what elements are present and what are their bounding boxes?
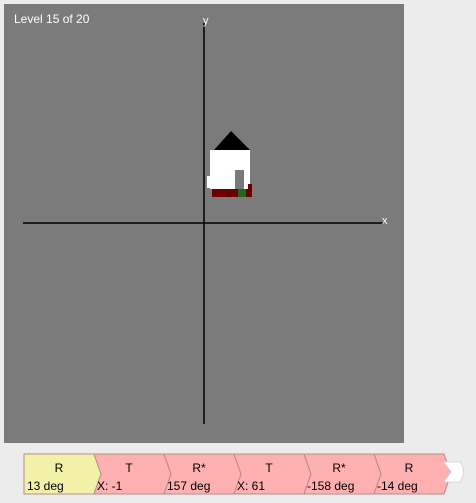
- step-arrow-shape: [163, 453, 242, 495]
- coordinate-plane: x y: [23, 15, 388, 424]
- house-shape[interactable]: [207, 131, 252, 197]
- x-axis-label: x: [382, 215, 388, 227]
- house-door: [235, 170, 244, 190]
- step-arrow-shape: [23, 453, 102, 495]
- transform-step-1[interactable]: R 13 deg: [23, 453, 102, 495]
- transform-step-5[interactable]: R* -158 deg: [303, 453, 382, 495]
- house-edge: [248, 184, 252, 197]
- step-arrow-shape: [93, 453, 172, 495]
- transform-step-4[interactable]: T X: 61: [233, 453, 312, 495]
- transform-step-2[interactable]: T X: -1: [93, 453, 172, 495]
- step-arrow-shape: [373, 453, 452, 495]
- step-arrow-shape: [233, 453, 312, 495]
- house-wall-notch: [207, 176, 214, 188]
- house-roof: [214, 131, 250, 150]
- game-canvas: x y Level 15 of 20: [4, 4, 404, 443]
- house-origin-marker: [238, 189, 246, 197]
- step-arrow-shape: [303, 453, 382, 495]
- transform-step-3[interactable]: R* 157 deg: [163, 453, 242, 495]
- transform-step-6[interactable]: R -14 deg: [373, 453, 452, 495]
- level-indicator: Level 15 of 20: [14, 12, 90, 26]
- game-window: x y Level 15 of 20 R 13 deg T X: -1 R* 157 de…: [0, 0, 476, 503]
- y-axis-label: y: [203, 15, 209, 27]
- transform-sequence: R 13 deg T X: -1 R* 157 deg T X: 61 R* -158 deg R -…: [23, 453, 469, 496]
- sequence-end-cap: [444, 461, 464, 483]
